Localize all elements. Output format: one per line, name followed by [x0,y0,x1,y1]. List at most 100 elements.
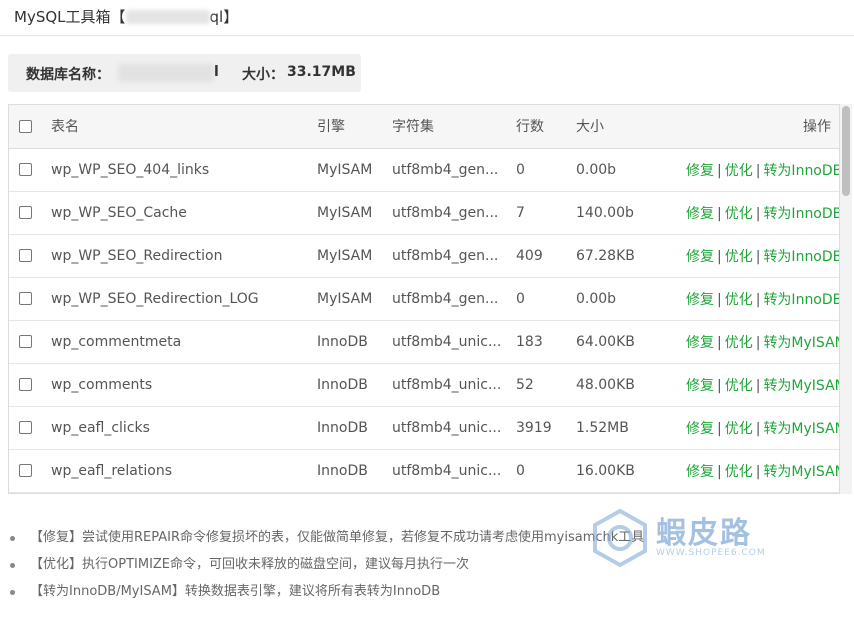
select-all-checkbox[interactable] [19,119,32,133]
optimize-link[interactable]: 优化 [725,249,753,265]
repair-link[interactable]: 修复 [686,163,714,179]
action-separator: | [755,291,761,308]
row-table-name: wp_WP_SEO_Redirection_LOG [43,277,317,321]
repair-link[interactable]: 修复 [686,464,714,480]
optimize-link[interactable]: 优化 [725,378,753,394]
row-count: 52 [516,363,576,407]
convert-engine-link[interactable]: 转为MyISAM [763,464,839,480]
row-size: 48.00KB [576,363,686,407]
row-checkbox[interactable] [19,292,32,305]
row-engine: InnoDB [317,320,392,364]
action-separator: | [717,205,722,222]
db-size-label: 大小： [242,67,284,83]
header-table-name: 表名 [43,105,317,149]
table-row: wp_WP_SEO_404_links MyISAM utf8mb4_gen... 0… [9,148,839,192]
row-count: 0 [516,449,576,493]
repair-link[interactable]: 修复 [686,292,714,308]
table-row: wp_WP_SEO_Cache MyISAM utf8mb4_gen... 7 140.… [9,191,839,235]
table-scrollbar[interactable] [840,104,852,494]
row-count: 409 [516,234,576,278]
row-count: 183 [516,320,576,364]
row-engine: MyISAM [317,234,392,278]
convert-engine-link[interactable]: 转为InnoDB [763,163,839,179]
action-separator: | [717,463,722,480]
row-checkbox[interactable] [19,464,32,477]
header-actions: 操作 [686,105,839,149]
row-select-cell [9,191,43,235]
row-engine: InnoDB [317,406,392,450]
row-actions: 修复 | 优化 | 转为MyISAM [686,449,839,493]
repair-link[interactable]: 修复 [686,249,714,265]
action-separator: | [717,248,722,265]
convert-engine-link[interactable]: 转为MyISAM [763,421,839,437]
row-checkbox[interactable] [19,206,32,219]
convert-engine-link[interactable]: 转为InnoDB [763,249,839,265]
row-count: 3919 [516,406,576,450]
row-select-cell [9,406,43,450]
row-size: 140.00b [576,191,686,235]
scrollbar-thumb[interactable] [842,106,850,196]
db-name-fragment: l [214,64,219,80]
row-engine: InnoDB [317,449,392,493]
row-charset: utf8mb4_unic... [392,363,516,407]
row-table-name: wp_WP_SEO_Cache [43,191,317,235]
row-select-cell [9,148,43,192]
header-charset: 字符集 [392,105,516,149]
row-select-cell [9,277,43,321]
row-size: 1.52MB [576,406,686,450]
dialog-title: MySQL工具箱【 ql】 [14,6,238,27]
table-row: wp_eafl_clicks InnoDB utf8mb4_unic... 3919 1… [9,406,839,450]
db-name-label: 数据库名称： [26,67,110,83]
row-charset: utf8mb4_unic... [392,449,516,493]
row-size: 16.00KB [576,449,686,493]
row-select-cell [9,449,43,493]
row-size: 0.00b [576,277,686,321]
row-checkbox[interactable] [19,378,32,391]
action-separator: | [717,291,722,308]
action-separator: | [755,377,761,394]
optimize-link[interactable]: 优化 [725,464,753,480]
action-separator: | [755,463,761,480]
watermark-url: WWW.SHOPEE6.COM [656,548,766,558]
watermark-logo-icon [593,508,647,568]
optimize-link[interactable]: 优化 [725,335,753,351]
optimize-link[interactable]: 优化 [725,292,753,308]
optimize-link[interactable]: 优化 [725,421,753,437]
row-checkbox[interactable] [19,163,32,176]
site-watermark: 蝦皮路 WWW.SHOPEE6.COM [590,508,800,572]
row-table-name: wp_commentmeta [43,320,317,364]
header-engine: 引擎 [317,105,392,149]
dialog-title-fragment: ql】 [209,8,239,26]
repair-link[interactable]: 修复 [686,378,714,394]
optimize-link[interactable]: 优化 [725,163,753,179]
row-actions: 修复 | 优化 | 转为InnoDB [686,148,839,192]
convert-engine-link[interactable]: 转为InnoDB [763,206,839,222]
row-checkbox[interactable] [19,335,32,348]
row-actions: 修复 | 优化 | 转为MyISAM [686,406,839,450]
table-row: wp_WP_SEO_Redirection_LOG MyISAM utf8mb4_g… [9,277,839,321]
db-size-value: 33.17MB [287,64,356,80]
row-charset: utf8mb4_gen... [392,234,516,278]
note-convert: 【转为InnoDB/MyISAM】转换数据表引擎，建议将所有表转为InnoDB [8,582,708,609]
table-row: wp_eafl_relations InnoDB utf8mb4_unic... 0 1… [9,449,839,493]
db-tables-table: 表名 引擎 字符集 行数 大小 操作 wp_WP_SEO_404_links My… [9,105,839,493]
action-separator: | [717,334,722,351]
row-checkbox[interactable] [19,421,32,434]
convert-engine-link[interactable]: 转为MyISAM [763,335,839,351]
row-actions: 修复 | 优化 | 转为MyISAM [686,320,839,364]
row-checkbox[interactable] [19,249,32,262]
row-size: 64.00KB [576,320,686,364]
database-info-bar: 数据库名称： l 大小： 33.17MB [8,54,361,92]
repair-link[interactable]: 修复 [686,335,714,351]
convert-engine-link[interactable]: 转为InnoDB [763,292,839,308]
row-select-cell [9,320,43,364]
repair-link[interactable]: 修复 [686,206,714,222]
optimize-link[interactable]: 优化 [725,206,753,222]
row-table-name: wp_WP_SEO_404_links [43,148,317,192]
repair-link[interactable]: 修复 [686,421,714,437]
row-charset: utf8mb4_gen... [392,191,516,235]
row-count: 7 [516,191,576,235]
header-rows: 行数 [516,105,576,149]
action-separator: | [755,162,761,179]
convert-engine-link[interactable]: 转为MyISAM [763,378,839,394]
